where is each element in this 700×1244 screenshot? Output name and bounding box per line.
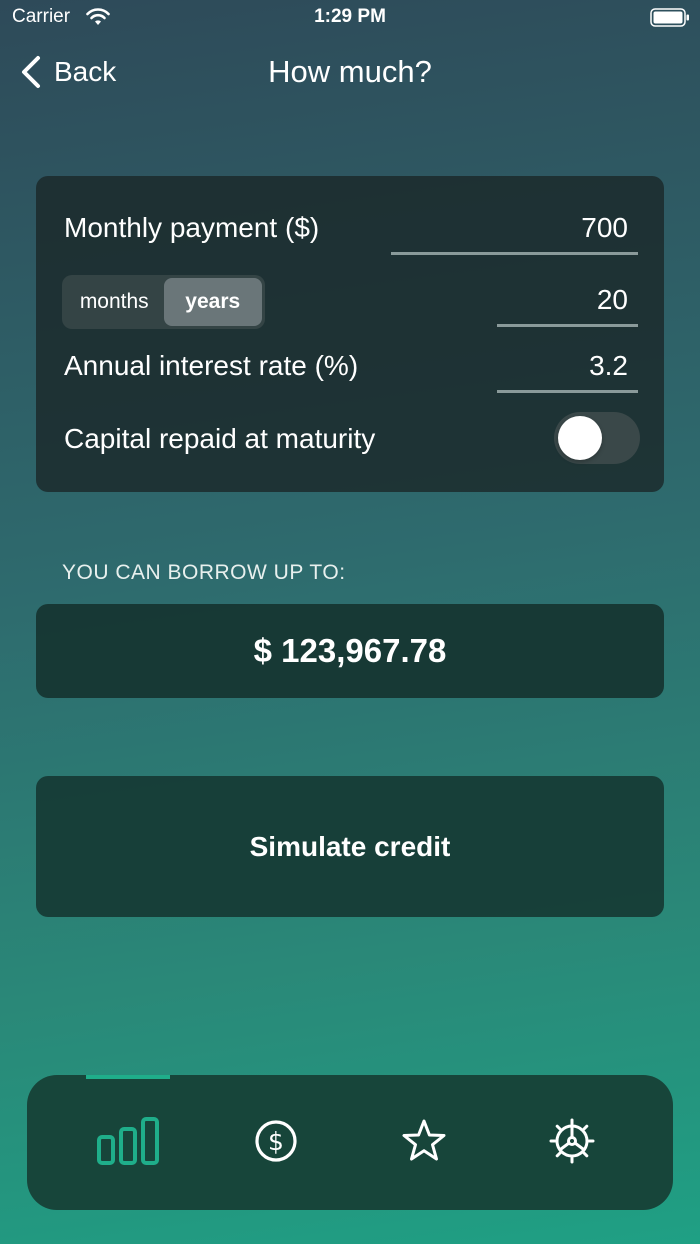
tab-settings[interactable] xyxy=(512,1103,632,1179)
monthly-payment-field[interactable]: 700 xyxy=(391,212,638,255)
nav-bar: Back How much? xyxy=(0,44,700,100)
simulate-credit-label: Simulate credit xyxy=(249,830,451,862)
duration-field[interactable]: 20 xyxy=(497,284,638,327)
status-time: 1:29 PM xyxy=(314,6,386,27)
segment-years[interactable]: years xyxy=(163,278,262,326)
segment-months[interactable]: months xyxy=(65,278,164,326)
svg-text:$: $ xyxy=(268,1127,284,1156)
tab-calculator[interactable] xyxy=(68,1103,188,1179)
gear-icon xyxy=(549,1118,595,1164)
capital-repaid-label: Capital repaid at maturity xyxy=(64,423,376,454)
interest-rate-label: Annual interest rate (%) xyxy=(64,350,359,381)
toggle-knob xyxy=(558,416,602,460)
loan-form-card: Monthly payment ($) 700 months years 20 … xyxy=(36,176,664,492)
tab-money[interactable]: $ xyxy=(216,1103,336,1179)
status-bar: Carrier 1:29 PM xyxy=(0,0,700,36)
borrow-amount: $ 123,967.78 xyxy=(253,632,447,669)
tab-selected-indicator xyxy=(86,1075,170,1079)
capital-repaid-toggle[interactable] xyxy=(554,412,640,464)
borrow-section-header: YOU CAN BORROW UP TO: xyxy=(62,561,346,584)
tab-favorites[interactable] xyxy=(364,1103,484,1179)
page-title: How much? xyxy=(268,54,432,89)
bar-chart-icon xyxy=(97,1117,159,1165)
star-icon xyxy=(402,1119,446,1161)
borrow-result-card: $ 123,967.78 xyxy=(36,604,664,698)
monthly-payment-label: Monthly payment ($) xyxy=(64,212,320,243)
simulate-credit-button[interactable]: Simulate credit xyxy=(36,776,664,917)
battery-icon xyxy=(650,8,689,27)
interest-rate-field[interactable]: 3.2 xyxy=(497,350,638,393)
dollar-circle-icon: $ xyxy=(255,1120,297,1162)
duration-unit-segmented-control: months years xyxy=(62,275,265,329)
tab-bar: $ xyxy=(27,1075,673,1210)
